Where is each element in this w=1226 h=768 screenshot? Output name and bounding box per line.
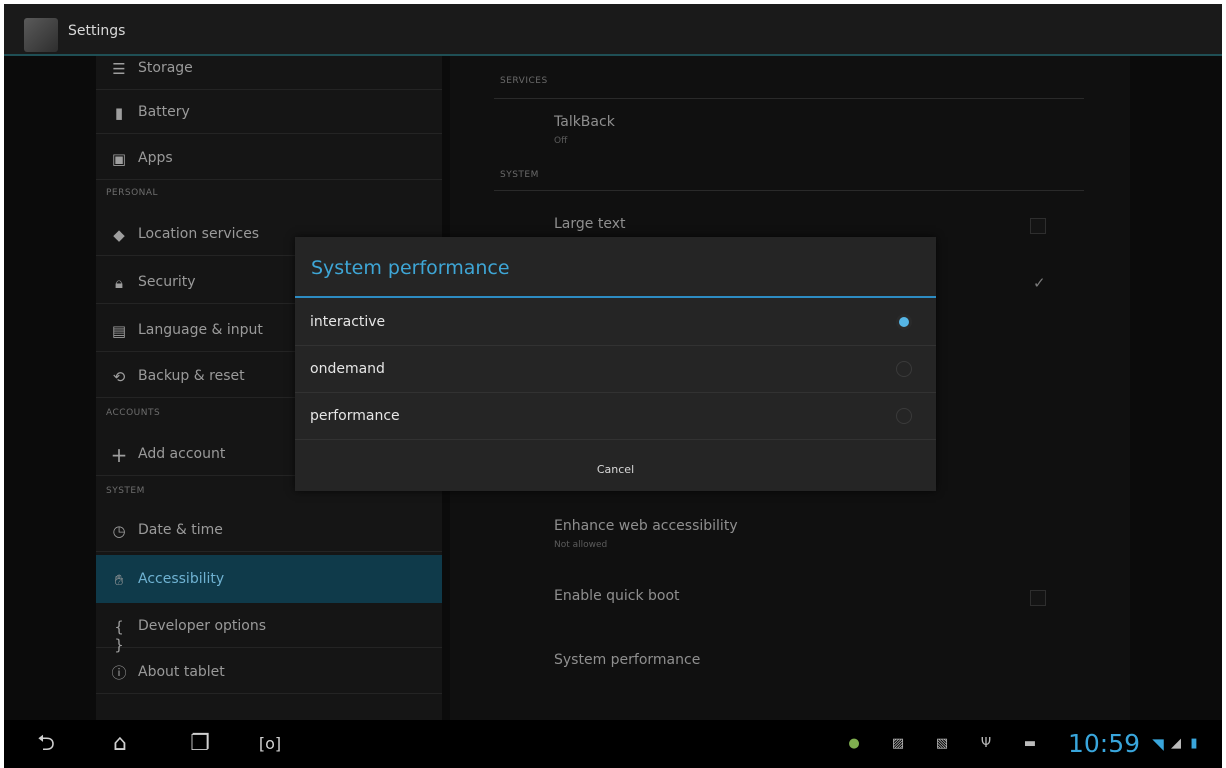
wifi-icon: ◥ [1152, 735, 1164, 753]
enhance-web-accessibility-summary: Not allowed [554, 540, 608, 550]
system-performance-title[interactable]: System performance [554, 652, 700, 668]
usb-icon[interactable]: Ψ [978, 736, 994, 752]
sidebar-item-storage[interactable]: ☰ Storage [96, 46, 442, 90]
sidebar-item-label: Date & time [138, 522, 223, 538]
system-performance-dialog: System performance interactive ondemand … [295, 237, 936, 491]
language-icon: ▤ [111, 322, 127, 340]
sidebar-item-label: Accessibility [138, 571, 225, 587]
option-label: interactive [310, 314, 386, 330]
android-notification-icon[interactable]: ● [846, 736, 862, 752]
action-bar-title: Settings [68, 23, 126, 39]
info-icon: ⓘ [111, 664, 127, 682]
section-header-accounts: ACCOUNTS [106, 408, 161, 418]
radio-unselected-icon[interactable] [896, 408, 912, 424]
quick-boot-title[interactable]: Enable quick boot [554, 588, 680, 604]
talkback-title[interactable]: TalkBack [554, 114, 615, 130]
sidebar-item-date-time[interactable]: ◷ Date & time [96, 508, 442, 552]
quick-boot-checkbox[interactable] [1030, 590, 1046, 606]
back-icon[interactable]: ⮌ [26, 730, 66, 758]
section-header-personal: PERSONAL [106, 188, 159, 198]
braces-icon: { } [114, 618, 124, 654]
talkback-summary: Off [554, 136, 568, 146]
section-header-services: SERVICES [500, 76, 548, 86]
location-icon: ◆ [113, 226, 125, 244]
large-text-title[interactable]: Large text [554, 216, 625, 232]
option-interactive[interactable]: interactive [295, 300, 936, 346]
storage-icon: ☰ [112, 60, 126, 78]
battery-status-icon: ▮ [1190, 736, 1198, 751]
sidebar-item-label: Add account [138, 446, 226, 462]
sidebar-item-label: Battery [138, 104, 190, 120]
checkmark-icon[interactable]: ✓ [1033, 274, 1046, 292]
option-label: performance [310, 408, 400, 424]
sidebar-item-label: Language & input [138, 322, 263, 338]
sidebar-item-label: Storage [138, 60, 193, 76]
radio-selected-icon[interactable] [896, 314, 912, 330]
sidebar-item-label: Developer options [138, 618, 267, 634]
sidebar-item-label: Security [138, 274, 196, 290]
large-text-checkbox[interactable] [1030, 218, 1046, 234]
section-header-system: SYSTEM [106, 486, 145, 496]
sidebar-item-battery[interactable]: ▮ Battery [96, 90, 442, 134]
sidebar-item-label: About tablet [138, 664, 225, 680]
option-performance[interactable]: performance [295, 394, 936, 440]
tablet-screen: Settings ☰ Storage ▮ Battery ▣ Apps PERS… [4, 4, 1222, 768]
recent-apps-icon[interactable]: ❐ [180, 730, 220, 758]
sidebar-item-about-tablet[interactable]: ⓘ About tablet [96, 650, 442, 694]
signal-icon: ◢ [1171, 736, 1181, 751]
divider [494, 190, 1084, 191]
sidebar-item-label: Location services [138, 226, 260, 242]
plus-icon: + [110, 443, 128, 467]
gallery-notification-icon[interactable]: ▨ [890, 736, 906, 752]
battery-icon: ▮ [114, 104, 124, 122]
sidebar-item-label: Backup & reset [138, 368, 245, 384]
backup-icon: ⟲ [112, 368, 126, 386]
dialog-title: System performance [311, 257, 510, 279]
sidebar-item-developer-options[interactable]: { } Developer options [96, 604, 442, 654]
cancel-button[interactable]: Cancel [295, 447, 936, 491]
divider [494, 98, 1084, 99]
settings-app-icon[interactable] [24, 18, 58, 52]
clock-icon: ◷ [112, 522, 126, 540]
enhance-web-accessibility-title[interactable]: Enhance web accessibility [554, 518, 738, 534]
sd-card-icon[interactable]: ▬ [1022, 736, 1038, 752]
option-ondemand[interactable]: ondemand [295, 347, 936, 393]
home-icon[interactable]: ⌂ [100, 730, 140, 758]
sidebar-item-accessibility[interactable]: ✋︎ Accessibility [96, 555, 442, 603]
dialog-title-divider [295, 296, 936, 298]
radio-unselected-icon[interactable] [896, 361, 912, 377]
apps-icon: ▣ [111, 150, 127, 168]
section-header-system: SYSTEM [500, 170, 539, 180]
sidebar-item-label: Apps [138, 150, 173, 166]
hand-icon: ✋︎ [114, 571, 124, 589]
lock-icon: 🔒︎ [115, 274, 123, 292]
option-label: ondemand [310, 361, 385, 377]
screenshot-icon[interactable]: [o] [250, 730, 290, 758]
system-navigation-bar: ⮌ ⌂ ❐ [o] ● ▨ ▧ Ψ ▬ 10:59 ◥ ◢ ▮ [4, 720, 1222, 768]
download-notification-icon[interactable]: ▧ [934, 736, 950, 752]
sidebar-item-apps[interactable]: ▣ Apps [96, 136, 442, 180]
clock-time[interactable]: 10:59 [1068, 729, 1140, 758]
